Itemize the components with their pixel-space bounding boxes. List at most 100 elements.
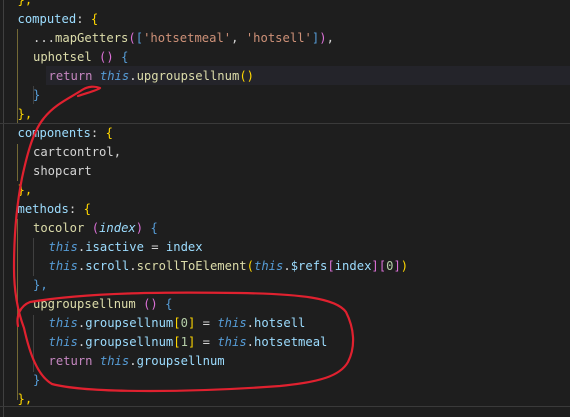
code-token: 1 [180,335,188,349]
code-token: ) [400,259,409,273]
code-token: this [48,316,78,330]
code-token: () [99,50,114,64]
code-line: methods: { [0,200,570,219]
code-token: upgroupsellnum [33,297,136,311]
code-token: isactive [85,240,144,254]
code-line: return this.groupsellnum [0,352,570,371]
code-token: . [283,259,291,273]
code-token: computed [17,12,77,26]
code-token: this [48,240,78,254]
code-line: components: { [0,124,570,143]
code-token: ) [135,221,144,235]
code-token: this [99,354,130,368]
code-token: : [90,126,106,140]
code-token: [ [327,259,335,273]
code-token: tocolor [33,221,85,235]
code-token: }, [17,392,33,406]
code-token: . [129,69,137,83]
code-token: { [121,50,129,64]
code-token: 'hotsell' [245,31,312,45]
code-token: , [231,31,246,45]
code-token: groupsellnum [85,316,174,330]
code-line: computed: { [0,10,570,29]
code-token: }, [17,183,33,197]
code-token: = [195,316,218,330]
code-token: 'hotsetmeal' [143,31,232,45]
code-token: ] [393,259,401,273]
code-token: [ [173,316,181,330]
code-line: }, [0,0,570,10]
code-line: this.isactive = index [0,238,570,257]
code-token: hotsetmeal [254,335,328,349]
code-token: { [83,202,91,216]
code-token: ( [91,221,100,235]
code-token: ] [371,259,379,273]
code-token: [ [378,259,387,273]
code-line: }, [0,181,570,200]
code-token: . [246,335,255,349]
code-token: scroll [85,259,130,273]
code-token: shopcart [33,164,92,178]
code-token: () [143,297,158,311]
code-token: index [334,259,372,273]
section-separator [0,406,570,407]
code-token: this [48,335,78,349]
code-line: } [0,371,570,390]
code-token: : [76,12,91,26]
code-token: = [143,240,166,254]
code-token: $refs [290,259,328,273]
code-token: [ [173,335,181,349]
code-token: upgroupsellnum [136,69,240,83]
code-token: ) [319,31,327,45]
code-token: groupsellnum [136,354,225,368]
code-token: index [99,221,136,235]
code-token: this [48,259,78,273]
code-line: this.scroll.scrollToElement(this.$refs[i… [0,257,570,276]
code-line: return this.upgroupsellnum() [0,67,570,86]
code-token: ... [33,31,56,45]
code-token: . [129,354,137,368]
code-token: ( [246,259,254,273]
code-token: 0 [180,316,188,330]
code-line: shopcart [0,162,570,181]
code-token: . [246,316,255,330]
code-token: return [48,354,93,368]
code-token: uphotsel [33,50,92,64]
code-token: this [217,316,247,330]
code-token: methods [17,202,69,216]
code-line: cartcontrol, [0,143,570,162]
code-line: ...mapGetters(['hotsetmeal', 'hotsell'])… [0,29,570,48]
code-line: uphotsel () { [0,48,570,67]
code-token: { [105,126,113,140]
code-line: } [0,86,570,105]
code-token: { [90,12,99,26]
code-token: }, [33,278,48,292]
code-line: this.groupsellnum[0] = this.hotsell [0,314,570,333]
code-token: . [129,259,137,273]
code-token: = [195,335,218,349]
code-line: upgroupsellnum () { [0,295,570,314]
code-token: { [150,221,158,235]
code-token: cartcontrol, [33,145,122,159]
code-token: this [217,335,247,349]
code-token: }, [17,0,33,7]
code-token: ( [128,31,136,45]
code-line: }, [0,276,570,295]
code-line: this.groupsellnum[1] = this.hotsetmeal [0,333,570,352]
section-separator [0,123,570,124]
code-line: tocolor (index) { [0,219,570,238]
code-token: } [33,373,41,387]
code-token: scrollToElement [136,259,247,273]
code-editor[interactable]: }, computed: {...mapGetters(['hotsetmeal'… [0,0,570,417]
code-token: index [165,240,203,254]
code-token: : [68,202,84,216]
code-token: mapGetters [55,31,129,45]
code-line: }, [0,105,570,124]
code-token: { [165,297,173,311]
code-token: this [253,259,284,273]
